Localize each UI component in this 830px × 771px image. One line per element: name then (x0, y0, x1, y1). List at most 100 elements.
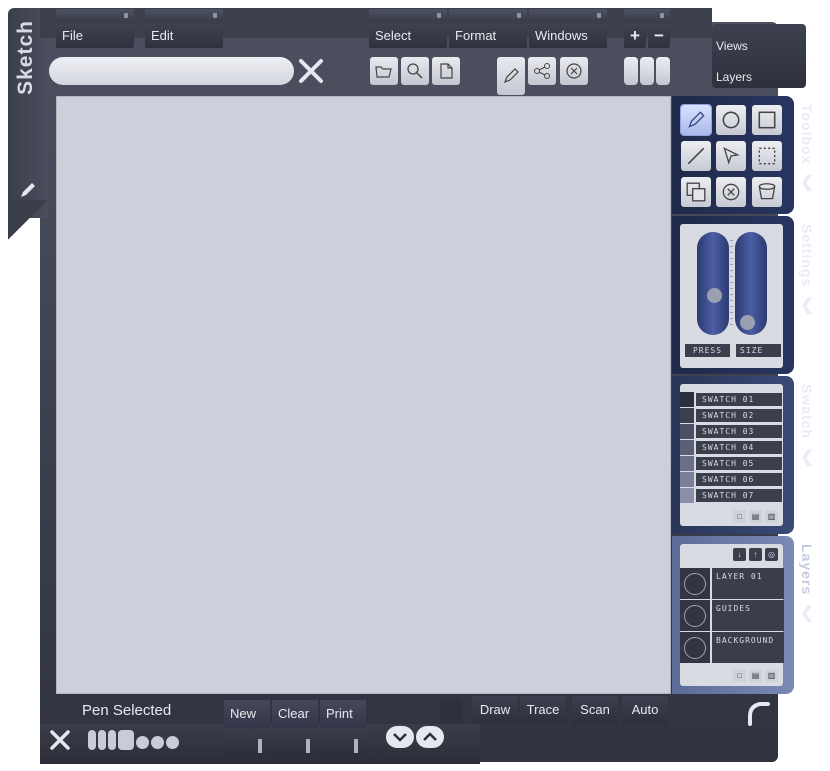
pen-mode-button[interactable] (497, 57, 525, 95)
swatch-row[interactable]: SWATCH 07 (680, 488, 782, 503)
layer-up-button[interactable]: ↑ (749, 548, 762, 561)
arrange-tool[interactable] (681, 177, 711, 207)
scan-mode-button[interactable]: Scan (572, 696, 618, 724)
swatch-tab[interactable]: Swatch ❮ (792, 384, 822, 467)
swatch-new-button[interactable]: □ (733, 510, 746, 523)
views-button[interactable]: Views (716, 39, 748, 53)
print-button-tab[interactable] (320, 729, 366, 759)
marquee-tool[interactable] (752, 141, 782, 171)
trace-mode-button[interactable]: Trace (520, 696, 566, 724)
layer-row[interactable]: LAYER 01 (680, 568, 784, 599)
layers-button[interactable]: Layers (716, 70, 752, 84)
press-slider-track[interactable] (697, 232, 729, 335)
file-menu-tab[interactable] (56, 9, 134, 22)
swatch-label: SWATCH 02 (696, 409, 782, 422)
swatch-color-chip[interactable] (680, 424, 694, 439)
swatch-import-button[interactable]: ▤ (749, 510, 762, 523)
toolbox-tab[interactable]: Toolbox ❮ (792, 104, 822, 192)
windows-menu-tab[interactable] (529, 9, 607, 22)
page-indicator-1[interactable] (88, 730, 96, 750)
view-toggle-3[interactable] (656, 57, 670, 85)
swatch-color-chip[interactable] (680, 408, 694, 423)
print-button[interactable]: Print (320, 700, 366, 728)
chevron-left-icon: ❮ (800, 174, 814, 192)
draw-mode-button[interactable]: Draw (472, 696, 518, 724)
pointer-tool[interactable] (716, 141, 746, 171)
search-input[interactable] (49, 57, 294, 85)
nodes-button[interactable] (528, 57, 556, 85)
pen-tool[interactable] (680, 104, 712, 136)
swatch-row[interactable]: SWATCH 02 (680, 408, 782, 423)
auto-mode-button[interactable]: Auto (622, 696, 668, 724)
layer-row[interactable]: BACKGROUND (680, 632, 784, 663)
chevron-down-icon[interactable] (386, 726, 414, 748)
swatch-row[interactable]: SWATCH 01 (680, 392, 782, 407)
layer-visibility-icon[interactable] (680, 568, 710, 599)
zoom-out-button[interactable]: − (648, 24, 670, 48)
page-indicator-4[interactable] (118, 730, 134, 750)
page-indicator-3[interactable] (108, 730, 116, 750)
new-button[interactable]: New (224, 700, 270, 728)
zoom-in-button[interactable]: + (624, 24, 646, 48)
size-slider-handle[interactable] (740, 315, 755, 330)
chevron-up-icon[interactable] (416, 726, 444, 748)
edit-menu-tab[interactable] (145, 9, 223, 22)
swatch-export-button[interactable]: ▥ (765, 510, 778, 523)
layers-tab[interactable]: Layers ❮ (792, 544, 822, 623)
swatch-label: SWATCH 05 (696, 457, 782, 470)
fill-tool[interactable] (752, 177, 782, 207)
page-indicator-2[interactable] (98, 730, 106, 750)
select-menu[interactable]: Select (369, 24, 447, 48)
windows-menu[interactable]: Windows (529, 24, 607, 48)
rectangle-tool[interactable] (752, 105, 782, 135)
resize-handle-icon[interactable] (746, 700, 772, 726)
swatch-color-chip[interactable] (680, 472, 694, 487)
clear-button[interactable]: Clear (272, 700, 318, 728)
layer-row[interactable]: GUIDES (680, 600, 784, 631)
swatch-label: SWATCH 07 (696, 489, 782, 502)
layer-import-button[interactable]: ▤ (749, 669, 762, 682)
layer-export-button[interactable]: ▥ (765, 669, 778, 682)
swatch-row[interactable]: SWATCH 03 (680, 424, 782, 439)
swatch-label: SWATCH 06 (696, 473, 782, 486)
layer-options-button[interactable]: ◎ (765, 548, 778, 561)
ellipse-tool[interactable] (716, 105, 746, 135)
layer-visibility-icon[interactable] (680, 600, 710, 631)
delete-tool[interactable] (716, 177, 746, 207)
format-menu[interactable]: Format (449, 24, 527, 48)
open-folder-button[interactable] (370, 57, 398, 85)
line-tool[interactable] (681, 141, 711, 171)
swatch-color-chip[interactable] (680, 456, 694, 471)
zoom-tab[interactable] (624, 9, 670, 22)
page-dot-3[interactable] (166, 736, 179, 749)
file-menu[interactable]: File (56, 24, 134, 48)
swatch-color-chip[interactable] (680, 392, 694, 407)
view-toggle-2[interactable] (640, 57, 654, 85)
press-slider-handle[interactable] (707, 288, 722, 303)
square-icon (758, 111, 776, 129)
edit-menu[interactable]: Edit (145, 24, 223, 48)
drawing-canvas[interactable] (56, 96, 671, 694)
search-button[interactable] (401, 57, 429, 85)
view-toggle-1[interactable] (624, 57, 638, 85)
clear-button-tab[interactable] (272, 729, 318, 759)
layer-visibility-icon[interactable] (680, 632, 710, 663)
format-menu-tab[interactable] (449, 9, 527, 22)
select-menu-tab[interactable] (369, 9, 447, 22)
pencil-icon[interactable] (18, 180, 38, 200)
layer-down-button[interactable]: ↓ (733, 548, 746, 561)
new-page-button[interactable] (432, 57, 460, 85)
swatch-row[interactable]: SWATCH 06 (680, 472, 782, 487)
layer-new-button[interactable]: □ (733, 669, 746, 682)
close-icon[interactable] (48, 728, 72, 752)
page-dot-2[interactable] (151, 736, 164, 749)
swatch-color-chip[interactable] (680, 440, 694, 455)
clear-search-icon[interactable] (296, 56, 326, 86)
swatch-row[interactable]: SWATCH 05 (680, 456, 782, 471)
swatch-row[interactable]: SWATCH 04 (680, 440, 782, 455)
swatch-color-chip[interactable] (680, 488, 694, 503)
page-dot-1[interactable] (136, 736, 149, 749)
new-button-tab[interactable] (224, 729, 270, 759)
cancel-button[interactable] (560, 57, 588, 85)
settings-tab[interactable]: Settings ❮ (792, 224, 822, 315)
